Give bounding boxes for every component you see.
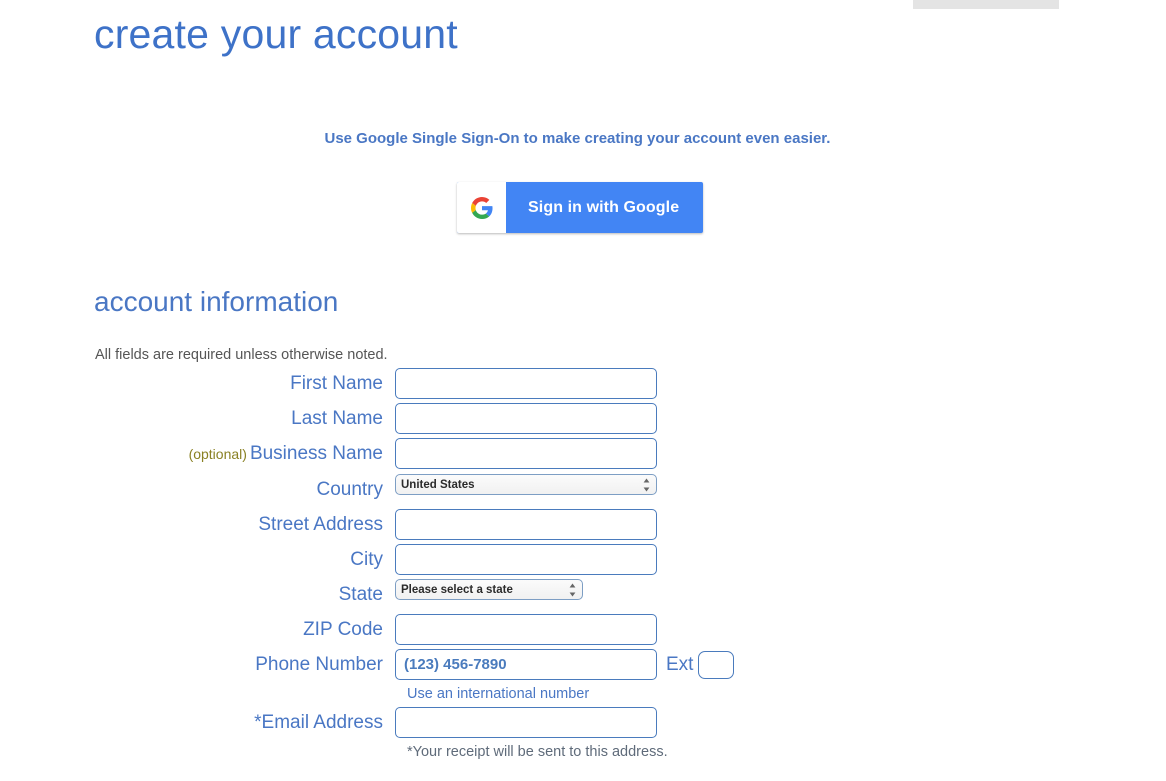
international-number-hint-row: Use an international number — [0, 684, 1166, 704]
state-select[interactable]: Please select a state — [395, 579, 583, 600]
city-label: City — [350, 549, 383, 570]
street-address-input[interactable] — [395, 509, 657, 540]
form-row-business-name: (optional) Business Name — [0, 438, 1166, 470]
ext-label: Ext — [666, 654, 694, 675]
email-receipt-hint-row: *Your receipt will be sent to this addre… — [0, 742, 1166, 762]
create-account-page: create your account Use Google Single Si… — [0, 0, 1166, 781]
form-row-first-name: First Name — [0, 368, 1166, 399]
sign-in-with-google-button[interactable]: Sign in with Google — [457, 182, 704, 233]
zip-code-label: ZIP Code — [303, 619, 383, 640]
state-label: State — [338, 584, 383, 605]
email-address-input[interactable] — [395, 707, 657, 738]
required-fields-note: All fields are required unless otherwise… — [95, 347, 388, 363]
last-name-label: Last Name — [291, 408, 383, 429]
phone-number-label: Phone Number — [255, 654, 383, 675]
form-row-email-address: *Email Address — [0, 707, 1166, 738]
form-row-phone-number: Phone Number Ext — [0, 649, 1166, 680]
email-receipt-note: *Your receipt will be sent to this addre… — [407, 744, 668, 760]
city-input[interactable] — [395, 544, 657, 575]
form-row-country: Country United States — [0, 474, 1166, 505]
email-address-label: *Email Address — [254, 712, 383, 733]
use-international-number-link[interactable]: Use an international number — [407, 684, 589, 704]
account-information-form: First Name Last Name (optional) Business … — [0, 368, 1166, 765]
form-row-city: City — [0, 544, 1166, 575]
last-name-input[interactable] — [395, 403, 657, 434]
form-row-zip-code: ZIP Code — [0, 614, 1166, 645]
country-select[interactable]: United States — [395, 474, 657, 495]
zip-code-input[interactable] — [395, 614, 657, 645]
page-title: create your account — [94, 11, 458, 57]
sign-in-with-google-label: Sign in with Google — [528, 198, 680, 216]
business-name-label-text: Business Name — [249, 443, 383, 464]
street-address-label: Street Address — [258, 514, 383, 535]
first-name-label: First Name — [290, 373, 383, 394]
first-name-input[interactable] — [395, 368, 657, 399]
form-row-street-address: Street Address — [0, 509, 1166, 540]
business-name-input[interactable] — [395, 438, 657, 469]
top-grey-bar — [913, 0, 1059, 9]
google-g-icon — [457, 182, 506, 233]
business-name-label: (optional) Business Name — [0, 438, 395, 470]
section-title-account-information: account information — [94, 286, 339, 317]
optional-tag: (optional) — [188, 446, 247, 462]
form-row-last-name: Last Name — [0, 403, 1166, 434]
sso-note: Use Google Single Sign-On to make creati… — [324, 130, 831, 147]
country-label: Country — [316, 479, 383, 500]
ext-input[interactable] — [698, 650, 735, 679]
phone-number-input[interactable] — [395, 649, 657, 680]
form-row-state: State Please select a state — [0, 579, 1166, 610]
